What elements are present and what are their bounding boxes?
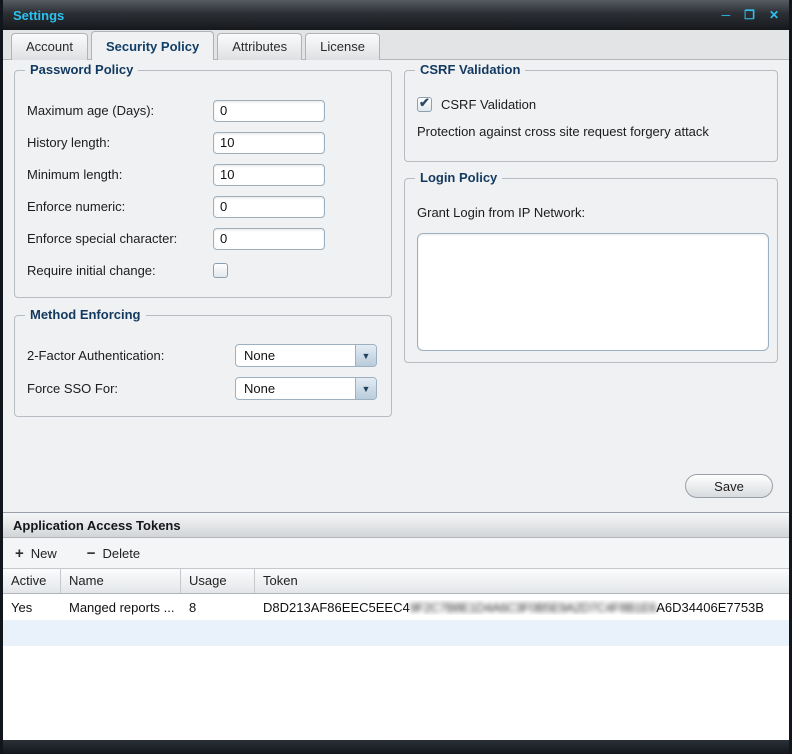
csrf-checkbox-row: CSRF Validation — [417, 97, 765, 112]
field-row: Minimum length: — [27, 163, 379, 186]
window-title: Settings — [13, 8, 64, 23]
titlebar: Settings ─ ❒ ✕ — [3, 0, 789, 30]
method-enforcing-group: Method Enforcing 2-Factor Authentication… — [14, 315, 392, 417]
field-row: Force SSO For: None ▼ — [27, 377, 379, 400]
grant-login-label: Grant Login from IP Network: — [417, 205, 765, 220]
force-sso-dropdown[interactable]: None ▼ — [235, 377, 377, 400]
field-row: Enforce special character: — [27, 227, 379, 250]
csrf-group-title: CSRF Validation — [415, 62, 525, 77]
login-policy-title: Login Policy — [415, 170, 502, 185]
two-factor-value: None — [236, 348, 283, 363]
delete-token-button[interactable]: − Delete — [87, 546, 140, 561]
force-sso-value: None — [236, 381, 283, 396]
token-visible-start: D8D213AF86EEC5EEC4 — [263, 600, 410, 615]
history-length-label: History length: — [27, 135, 213, 150]
two-factor-dropdown[interactable]: None ▼ — [235, 344, 377, 367]
save-button[interactable]: Save — [685, 474, 773, 498]
field-row: Enforce numeric: — [27, 195, 379, 218]
token-obscured-middle: 9F2C7B8E1D4A6C3F0B5E9A2D7C4F8B1E6 — [410, 600, 657, 615]
cell-active: Yes — [3, 600, 61, 615]
csrf-validation-checkbox[interactable] — [417, 97, 432, 112]
column-header-name[interactable]: Name — [61, 569, 181, 593]
field-row: Maximum age (Days): — [27, 99, 379, 122]
empty-table-row — [3, 620, 789, 646]
login-policy-group: Login Policy Grant Login from IP Network… — [404, 178, 778, 363]
column-header-token[interactable]: Token — [255, 569, 789, 593]
two-factor-label: 2-Factor Authentication: — [27, 348, 235, 363]
tab-license[interactable]: License — [305, 33, 380, 60]
minimum-length-label: Minimum length: — [27, 167, 213, 182]
tab-strip: Account Security Policy Attributes Licen… — [3, 30, 789, 60]
ip-network-textarea[interactable] — [417, 233, 769, 351]
enforce-numeric-input[interactable] — [213, 196, 325, 218]
window-controls: ─ ❒ ✕ — [722, 9, 779, 21]
cell-token: D8D213AF86EEC5EEC49F2C7B8E1D4A6C3F0B5E9A… — [255, 600, 789, 615]
maximum-age-input[interactable] — [213, 100, 325, 122]
cell-name: Manged reports ... — [61, 600, 181, 615]
close-icon[interactable]: ✕ — [769, 9, 779, 21]
enforce-numeric-label: Enforce numeric: — [27, 199, 213, 214]
security-policy-panel: Password Policy Maximum age (Days): Hist… — [3, 60, 789, 512]
new-token-button[interactable]: + New — [15, 546, 57, 561]
table-row[interactable]: Yes Manged reports ... 8 D8D213AF86EEC5E… — [3, 594, 789, 620]
application-access-tokens-section: Application Access Tokens + New − Delete… — [3, 512, 789, 740]
token-visible-end: A6D34406E7753B — [656, 600, 764, 615]
csrf-validation-group: CSRF Validation CSRF Validation Protecti… — [404, 70, 778, 162]
plus-icon: + — [15, 546, 24, 561]
settings-window: Settings ─ ❒ ✕ Account Security Policy A… — [0, 0, 792, 754]
maximum-age-label: Maximum age (Days): — [27, 103, 213, 118]
window-bottom-border — [3, 740, 789, 754]
tokens-table-header: Active Name Usage Token — [3, 569, 789, 594]
require-initial-change-checkbox[interactable] — [213, 263, 228, 278]
new-token-label: New — [31, 546, 57, 561]
force-sso-label: Force SSO For: — [27, 381, 235, 396]
table-empty-area — [3, 646, 789, 740]
chevron-down-icon[interactable]: ▼ — [355, 345, 376, 366]
field-row: Require initial change: — [27, 259, 379, 282]
csrf-checkbox-label: CSRF Validation — [441, 97, 536, 112]
field-row: History length: — [27, 131, 379, 154]
cell-usage: 8 — [181, 600, 255, 615]
delete-token-label: Delete — [103, 546, 141, 561]
password-policy-group: Password Policy Maximum age (Days): Hist… — [14, 70, 392, 298]
chevron-down-icon[interactable]: ▼ — [355, 378, 376, 399]
history-length-input[interactable] — [213, 132, 325, 154]
csrf-description: Protection against cross site request fo… — [417, 124, 765, 139]
enforce-special-character-input[interactable] — [213, 228, 325, 250]
maximize-icon[interactable]: ❒ — [744, 9, 755, 21]
password-policy-title: Password Policy — [25, 62, 138, 77]
enforce-special-character-label: Enforce special character: — [27, 231, 213, 246]
tokens-toolbar: + New − Delete — [3, 538, 789, 569]
minimize-icon[interactable]: ─ — [722, 9, 731, 21]
minimum-length-input[interactable] — [213, 164, 325, 186]
tokens-section-title: Application Access Tokens — [3, 512, 789, 538]
tab-attributes[interactable]: Attributes — [217, 33, 302, 60]
method-enforcing-title: Method Enforcing — [25, 307, 146, 322]
column-header-usage[interactable]: Usage — [181, 569, 255, 593]
tab-security-policy[interactable]: Security Policy — [91, 31, 214, 60]
field-row: 2-Factor Authentication: None ▼ — [27, 344, 379, 367]
tab-account[interactable]: Account — [11, 33, 88, 60]
require-initial-change-label: Require initial change: — [27, 263, 213, 278]
column-header-active[interactable]: Active — [3, 569, 61, 593]
minus-icon: − — [87, 546, 96, 561]
